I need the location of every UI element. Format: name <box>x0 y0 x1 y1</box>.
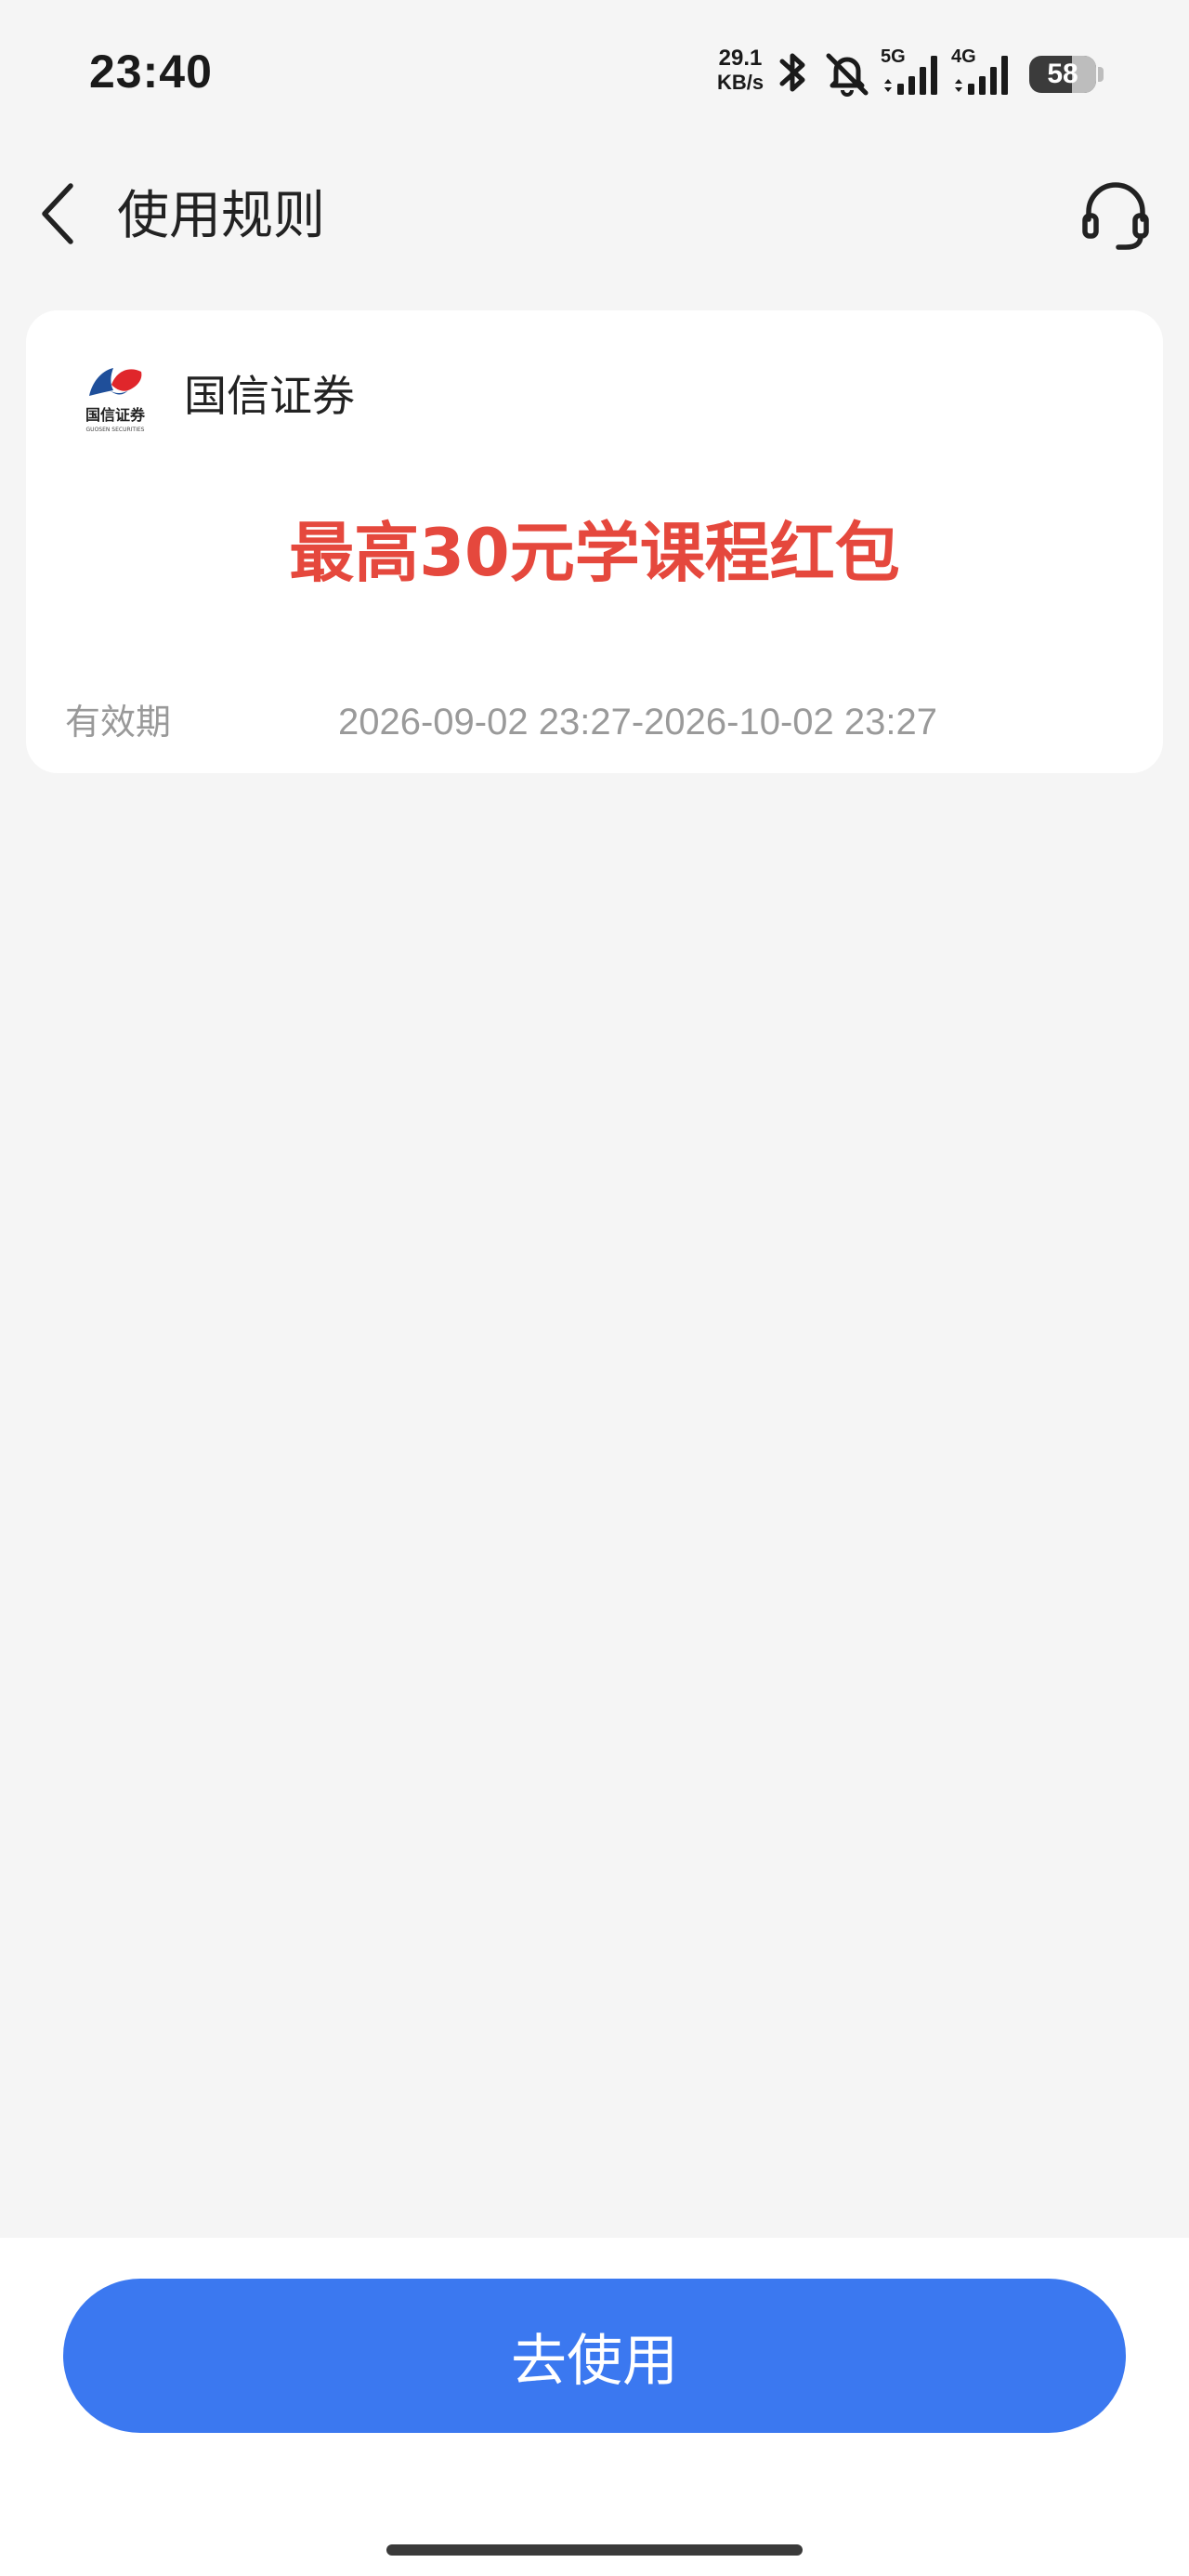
home-indicator <box>386 2544 803 2556</box>
page-title: 使用规则 <box>117 186 325 246</box>
back-button[interactable] <box>33 178 85 249</box>
bluetooth-icon <box>779 53 805 92</box>
logo-subtext: GUOSEN SECURITIES <box>86 427 145 433</box>
use-button[interactable]: 去使用 <box>63 2279 1126 2433</box>
signal-5g-icon <box>884 56 937 95</box>
signal-4g-icon <box>955 56 1008 95</box>
logo-text: 国信证券 <box>85 406 146 424</box>
network-speed: 29.1 KB/s <box>708 46 773 95</box>
brand-name: 国信证券 <box>184 371 355 421</box>
chevron-left-icon <box>42 183 73 244</box>
page-header: 使用规则 <box>0 149 1189 279</box>
validity-label: 有效期 <box>65 702 172 743</box>
guosen-logo-icon: 国信证券 GUOSEN SECURITIES <box>85 368 146 433</box>
bell-muted-icon <box>826 53 869 97</box>
network-speed-value: 29.1 <box>718 46 763 71</box>
coupon-card: 国信证券 GUOSEN SECURITIES 国信证券 最高30元学课程红包 有… <box>26 310 1163 773</box>
network-speed-unit: KB/s <box>716 71 764 94</box>
coupon-title: 最高30元学课程红包 <box>289 515 900 591</box>
headset-icon <box>1082 182 1149 250</box>
validity-value: 2026-09-02 23:27-2026-10-02 23:27 <box>338 702 937 743</box>
rules-page: 23:40 29.1 KB/s 5G 4G 58 使用规则 国信证券 GUOSE… <box>0 0 1189 2576</box>
battery-level: 58 <box>1047 59 1078 89</box>
status-time: 23:40 <box>89 46 213 98</box>
battery-icon: 58 <box>1029 56 1096 93</box>
customer-service-button[interactable] <box>1078 177 1154 253</box>
bottom-action-bar: 去使用 <box>0 2238 1189 2576</box>
battery-tip <box>1098 67 1104 82</box>
status-bar: 23:40 29.1 KB/s 5G 4G 58 <box>0 0 1189 149</box>
